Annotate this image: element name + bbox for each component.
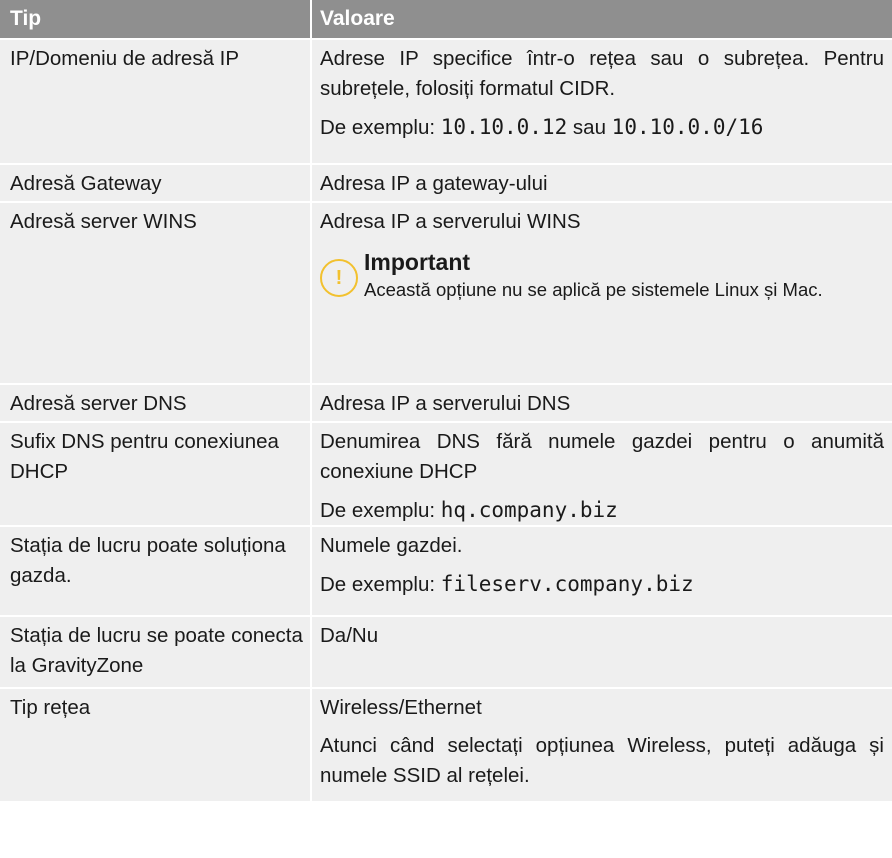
example-prefix: De exemplu: bbox=[320, 116, 441, 139]
rule-types-table: Tip Valoare IP/Domeniu de adresă IP Adre… bbox=[0, 0, 892, 801]
table-row: Stația de lucru poate soluționa gazda. N… bbox=[0, 525, 892, 615]
example-prefix: De exemplu: bbox=[320, 573, 441, 596]
example-code: hq.company.biz bbox=[440, 498, 618, 522]
table-row: IP/Domeniu de adresă IP Adrese IP specif… bbox=[0, 38, 892, 163]
table-row: Adresă Gateway Adresa IP a gateway-ului bbox=[0, 163, 892, 201]
type-cell: Stația de lucru poate soluționa gazda. bbox=[0, 527, 312, 615]
value-cell: Wireless/Ethernet Atunci când selectați … bbox=[312, 689, 892, 801]
type-cell: Sufix DNS pentru conexiunea DHCP bbox=[0, 423, 312, 525]
example-text: De exemplu: fileserv.company.biz bbox=[320, 569, 884, 600]
table-header-row: Tip Valoare bbox=[0, 0, 892, 38]
value-text: Adrese IP specifice într-o rețea sau o s… bbox=[320, 47, 884, 100]
value-cell: Adresa IP a serverului DNS bbox=[320, 392, 571, 415]
example-text: De exemplu: hq.company.biz bbox=[320, 495, 884, 526]
value-text: Denumirea DNS fără numele gazdei pentru … bbox=[320, 430, 884, 483]
type-cell: Adresă server DNS bbox=[0, 385, 312, 421]
type-cell: Tip rețea bbox=[0, 689, 312, 801]
example-code: 10.10.0.0/16 bbox=[611, 115, 764, 139]
example-code: 10.10.0.12 bbox=[440, 115, 568, 139]
type-cell: Adresă Gateway bbox=[0, 165, 312, 201]
table-row: Stația de lucru se poate conecta la Grav… bbox=[0, 615, 892, 687]
value-cell: Adresa IP a serverului WINS ! Important … bbox=[312, 203, 892, 383]
exclamation-icon: ! bbox=[320, 259, 358, 297]
table-row: Adresă server WINS Adresa IP a serverulu… bbox=[0, 201, 892, 383]
value-text: Wireless/Ethernet bbox=[320, 696, 482, 719]
table-row: Sufix DNS pentru conexiunea DHCP Denumir… bbox=[0, 421, 892, 525]
important-note: ! Important Această opțiune nu se aplică… bbox=[320, 247, 884, 333]
note-text: Această opțiune nu se aplică pe sistemel… bbox=[364, 279, 823, 300]
table-row: Adresă server DNS Adresa IP a serverului… bbox=[0, 383, 892, 421]
table-row: Tip rețea Wireless/Ethernet Atunci când … bbox=[0, 687, 892, 801]
example-text: De exemplu: 10.10.0.12 sau 10.10.0.0/16 bbox=[320, 112, 884, 143]
value-cell: Adresa IP a gateway-ului bbox=[320, 172, 548, 195]
example-sep: sau bbox=[567, 116, 612, 139]
value-cell: Denumirea DNS fără numele gazdei pentru … bbox=[312, 423, 892, 525]
type-cell: Stația de lucru se poate conecta la Grav… bbox=[0, 617, 312, 687]
header-value: Valoare bbox=[320, 7, 395, 30]
type-cell: Adresă server WINS bbox=[0, 203, 312, 383]
value-cell: Adrese IP specifice într-o rețea sau o s… bbox=[312, 40, 892, 163]
extra-text: Atunci când selectați opțiunea Wireless,… bbox=[320, 734, 884, 787]
value-cell: Da/Nu bbox=[320, 624, 379, 647]
note-body: Important Această opțiune nu se aplică p… bbox=[364, 247, 884, 303]
type-cell: IP/Domeniu de adresă IP bbox=[0, 40, 312, 163]
value-text: Numele gazdei. bbox=[320, 534, 463, 557]
example-prefix: De exemplu: bbox=[320, 499, 441, 522]
value-text: Adresa IP a serverului WINS bbox=[320, 210, 581, 233]
note-title: Important bbox=[364, 249, 471, 275]
header-type: Tip bbox=[0, 0, 312, 38]
example-code: fileserv.company.biz bbox=[440, 572, 694, 596]
value-cell: Numele gazdei. De exemplu: fileserv.comp… bbox=[312, 527, 892, 615]
